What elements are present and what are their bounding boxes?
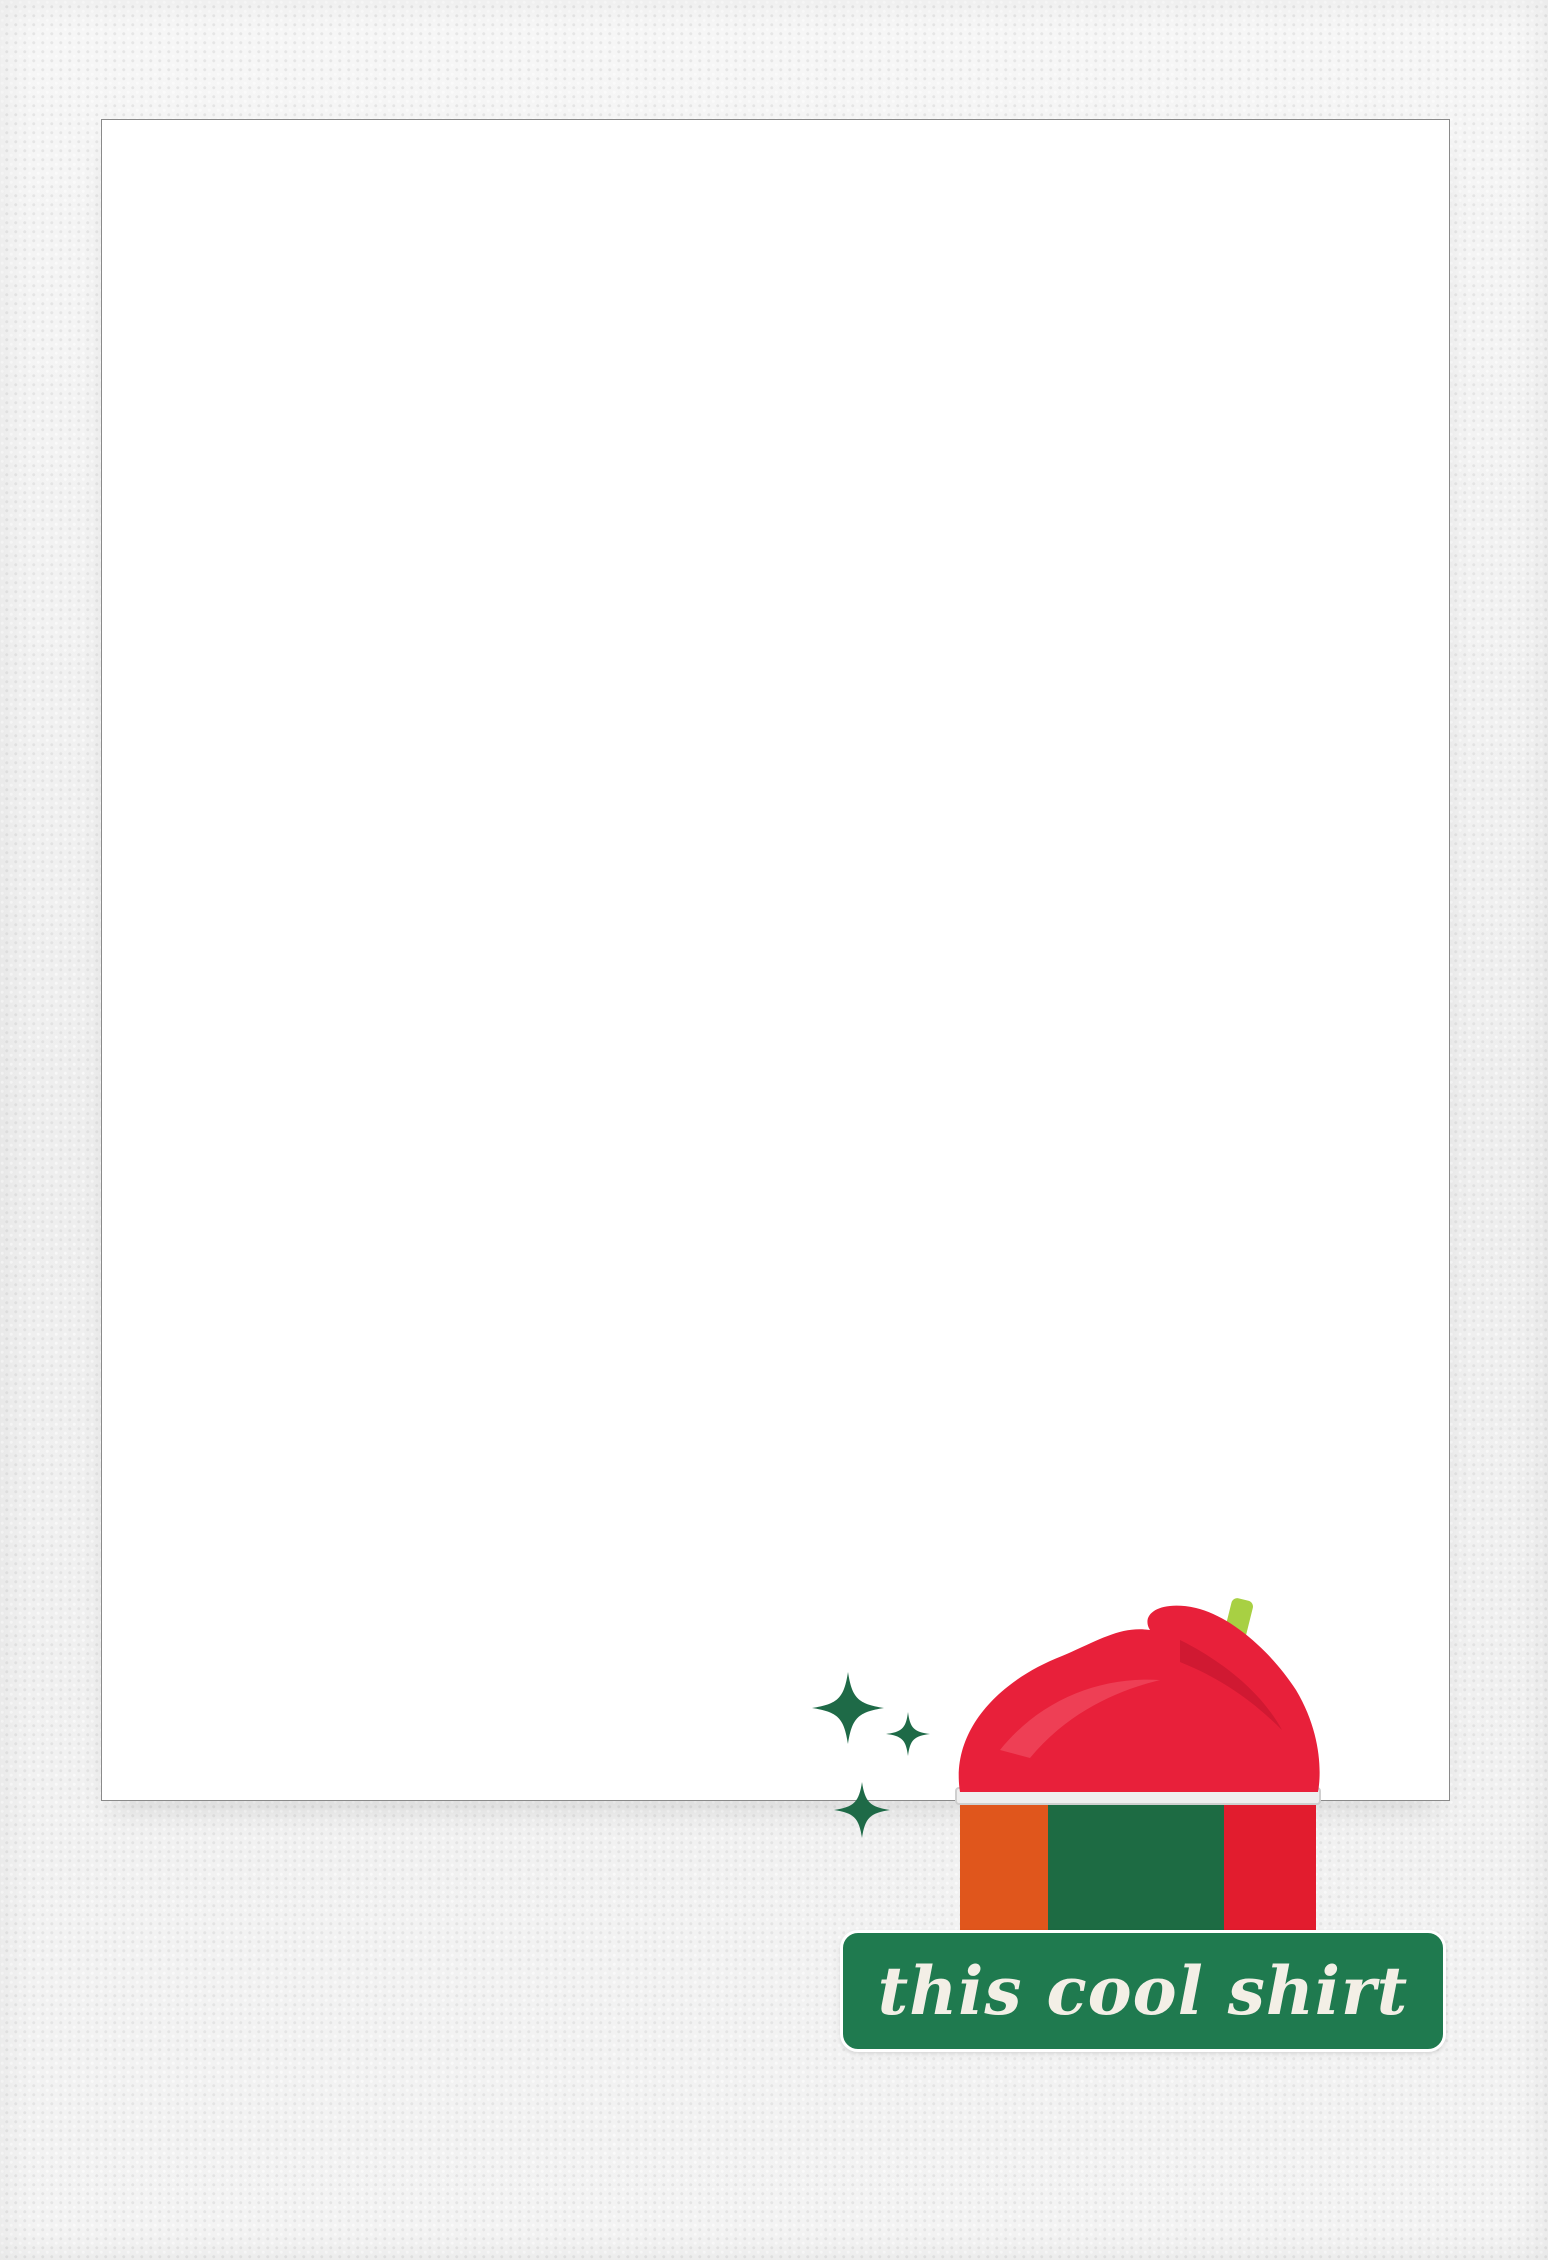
caption-label: this cool shirt bbox=[840, 1930, 1446, 2052]
instant-photo-frame: this cool shirt bbox=[0, 0, 1548, 2260]
photo-area bbox=[101, 119, 1450, 1801]
slushie-cup-icon bbox=[955, 1598, 1321, 1950]
caption-text: this cool shirt bbox=[877, 1952, 1409, 2030]
sparkle-icon bbox=[812, 1672, 930, 1838]
